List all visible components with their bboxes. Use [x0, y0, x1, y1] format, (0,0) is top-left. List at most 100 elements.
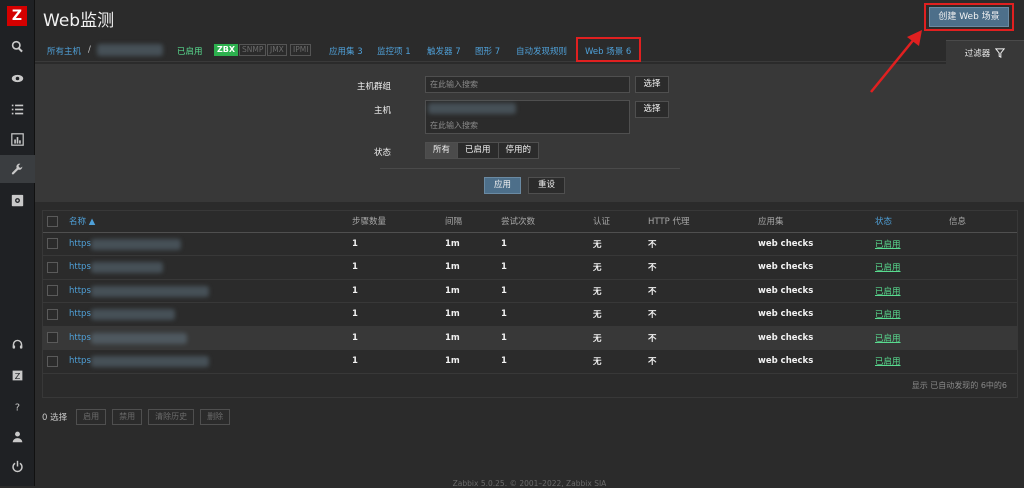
scenario-name-link[interactable]: https — [69, 239, 91, 249]
status-toggle-link[interactable]: 已启用 — [875, 287, 901, 297]
host-status-enabled[interactable]: 已启用 — [177, 45, 203, 57]
column-name[interactable]: 名称 ▲ — [65, 211, 348, 233]
column-application: 应用集 — [754, 211, 871, 233]
status-label: 状态 — [373, 148, 391, 158]
interval-cell: 1m — [441, 232, 497, 256]
table-row[interactable]: https 1 1m 1 无不 web checks 已启用 — [43, 349, 1017, 374]
zabbix-logo[interactable]: Z — [7, 6, 27, 26]
column-http-proxy: HTTP 代理 — [644, 211, 754, 233]
all-hosts-link[interactable]: 所有主机 — [47, 45, 81, 57]
svg-text:?: ? — [15, 402, 20, 412]
triggers-link[interactable]: 触发器 7 — [427, 45, 461, 57]
table-row[interactable]: https 1 1m 1 无不 web checks 已启用 — [43, 255, 1017, 280]
host-label: 主机 — [373, 106, 391, 116]
http-proxy-cell: 不 — [644, 302, 754, 327]
table-row[interactable]: https 1 1m 1 无不 web checks 已启用 — [43, 326, 1017, 350]
search-icon[interactable] — [0, 32, 35, 60]
authentication-cell: 无 — [589, 302, 644, 327]
host-input[interactable]: 在此输入搜索 — [425, 100, 630, 134]
mass-disable-button[interactable]: 禁用 — [112, 408, 143, 425]
attempts-cell: 1 — [497, 232, 589, 256]
scenario-name-link[interactable]: https — [69, 333, 91, 343]
host-select-button[interactable]: 选择 — [635, 101, 669, 118]
status-toggle-link[interactable]: 已启用 — [875, 263, 901, 273]
table-row[interactable]: https 1 1m 1 无不 web checks 已启用 — [43, 279, 1017, 303]
http-proxy-cell: 不 — [644, 232, 754, 256]
redacted-url — [91, 238, 181, 250]
scenario-name-link[interactable]: https — [69, 286, 91, 296]
redacted-url — [91, 309, 175, 320]
column-status[interactable]: 状态 — [871, 211, 945, 233]
http-proxy-cell: 不 — [644, 326, 754, 350]
info-cell — [945, 279, 1017, 303]
info-cell — [945, 349, 1017, 374]
status-option-disabled[interactable]: 停用的 — [498, 143, 539, 158]
interval-cell: 1m — [441, 302, 497, 327]
column-authentication: 认证 — [589, 211, 644, 233]
mass-enable-button[interactable]: 启用 — [76, 408, 107, 425]
status-toggle-link[interactable]: 已启用 — [875, 240, 901, 250]
row-checkbox[interactable] — [47, 238, 58, 250]
status-toggle-link[interactable]: 已启用 — [875, 334, 901, 344]
row-checkbox[interactable] — [47, 332, 58, 344]
reset-button[interactable]: 重设 — [528, 177, 565, 194]
scenario-name-link[interactable]: https — [69, 356, 91, 366]
steps-cell: 1 — [348, 349, 441, 374]
items-link[interactable]: 监控项 1 — [377, 45, 411, 57]
help-icon[interactable]: ? — [0, 392, 35, 420]
interval-cell: 1m — [441, 349, 497, 374]
wrench-icon[interactable] — [0, 155, 35, 183]
info-cell — [945, 232, 1017, 256]
applications-link[interactable]: 应用集 3 — [329, 45, 363, 57]
info-cell — [945, 302, 1017, 327]
table-row[interactable]: https 1 1m 1 无不 web checks 已启用 — [43, 232, 1017, 256]
snmp-availability-badge: SNMP — [239, 44, 267, 56]
eye-icon[interactable] — [0, 64, 35, 92]
host-group-input[interactable]: 在此输入搜索 — [425, 76, 630, 93]
filter-divider — [380, 168, 680, 169]
interval-cell: 1m — [441, 255, 497, 280]
list-icon[interactable] — [0, 95, 35, 123]
steps-cell: 1 — [348, 302, 441, 327]
row-checkbox[interactable] — [47, 308, 58, 320]
row-checkbox[interactable] — [47, 355, 58, 367]
authentication-cell: 无 — [589, 232, 644, 256]
status-option-enabled[interactable]: 已启用 — [458, 143, 499, 158]
user-icon[interactable] — [0, 422, 35, 450]
headset-icon[interactable] — [0, 330, 35, 358]
row-checkbox[interactable] — [47, 261, 58, 273]
column-interval: 间隔 — [441, 211, 497, 233]
apply-button[interactable]: 应用 — [484, 177, 521, 194]
table-row[interactable]: https 1 1m 1 无不 web checks 已启用 — [43, 302, 1017, 327]
mass-delete-button[interactable]: 删除 — [200, 408, 231, 425]
selected-count: 0 选择 — [42, 412, 68, 423]
filter-tab-label: 过滤器 — [964, 48, 991, 59]
jmx-availability-badge: JMX — [267, 44, 287, 56]
steps-cell: 1 — [348, 232, 441, 256]
discovery-rules-link[interactable]: 自动发现规则 — [516, 45, 567, 57]
scenario-name-link[interactable]: https — [69, 309, 91, 319]
scenario-name-link[interactable]: https — [69, 262, 91, 272]
status-segmented-control: 所有 已启用 停用的 — [425, 142, 540, 159]
filter-tab[interactable]: 过滤器 — [946, 40, 1024, 64]
redacted-url — [91, 356, 209, 367]
status-toggle-link[interactable]: 已启用 — [875, 357, 901, 367]
scenario-name-cell: https — [65, 349, 348, 374]
sidebar: Z Z ? — [0, 0, 35, 486]
row-checkbox[interactable] — [47, 285, 58, 297]
filter-icon — [995, 47, 1006, 58]
zabbix-share-icon[interactable]: Z — [0, 361, 35, 389]
mass-clear-history-button[interactable]: 清除历史 — [148, 408, 195, 425]
select-all-header — [43, 211, 65, 233]
footer-copyright: Zabbix 5.0.25. © 2001–2022, Zabbix SIA — [452, 479, 607, 488]
select-all-checkbox[interactable] — [47, 215, 58, 227]
status-option-all[interactable]: 所有 — [426, 143, 459, 158]
application-cell: web checks — [754, 326, 871, 350]
gear-icon[interactable] — [0, 186, 35, 214]
host-group-select-button[interactable]: 选择 — [635, 76, 669, 93]
status-toggle-link[interactable]: 已启用 — [875, 310, 901, 320]
graphs-link[interactable]: 图形 7 — [475, 45, 500, 57]
highlight-box-web-scenarios — [576, 37, 641, 62]
chart-icon[interactable] — [0, 125, 35, 153]
power-icon[interactable] — [0, 452, 35, 480]
